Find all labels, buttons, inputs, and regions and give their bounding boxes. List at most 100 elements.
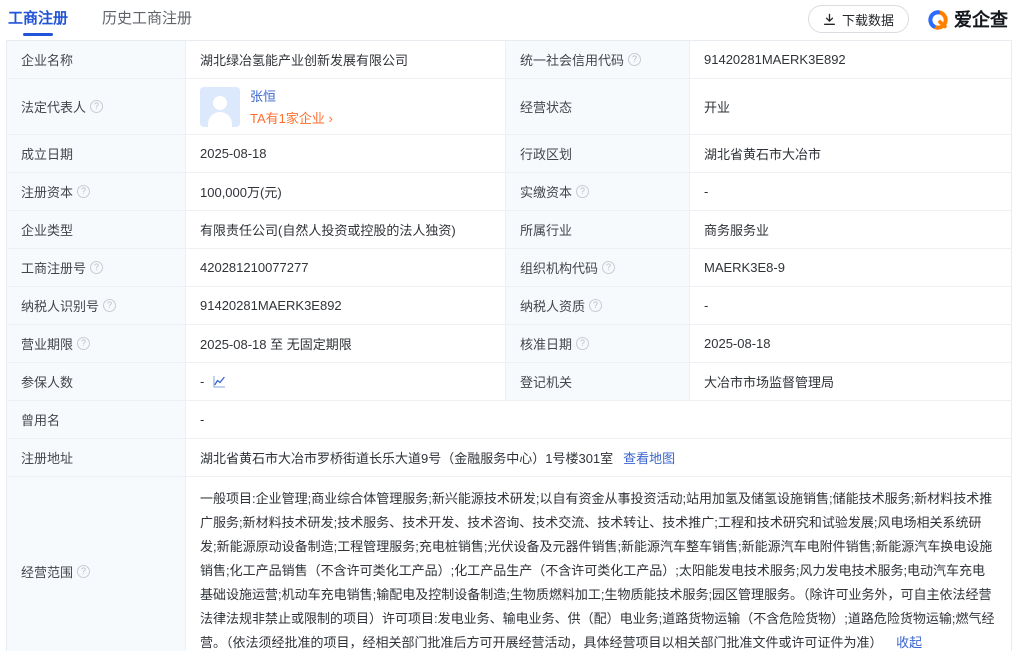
label-text: 成立日期 <box>21 144 73 163</box>
value-text: 2025-08-18 <box>200 146 267 161</box>
value-registration-number: 420281210077277 <box>186 249 506 286</box>
table-row: 经营范围? 一般项目:企业管理;商业综合体管理服务;新兴能源技术研发;以自有资金… <box>7 477 1011 651</box>
help-icon[interactable]: ? <box>589 299 602 312</box>
help-icon[interactable]: ? <box>90 100 103 113</box>
table-row: 成立日期 2025-08-18 行政区划 湖北省黄石市大冶市 <box>7 135 1011 173</box>
help-icon[interactable]: ? <box>77 337 90 350</box>
label-insured-count: 参保人数 <box>7 363 186 400</box>
value-operating-status: 开业 <box>690 79 1011 134</box>
label-company-name: 企业名称 <box>7 41 186 78</box>
label-approval-date: 核准日期? <box>506 325 690 362</box>
table-row: 企业名称 湖北绿冶氢能产业创新发展有限公司 统一社会信用代码? 91420281… <box>7 41 1011 79</box>
download-label: 下载数据 <box>842 10 894 29</box>
chevron-right-icon: › <box>329 111 333 126</box>
label-taxpayer-qualification: 纳税人资质? <box>506 287 690 324</box>
value-text: 100,000万(元) <box>200 182 282 201</box>
label-text: 组织机构代码 <box>520 258 598 277</box>
value-credit-code: 91420281MAERK3E892 <box>690 41 1011 78</box>
label-industry: 所属行业 <box>506 211 690 248</box>
tab-history-registration[interactable]: 历史工商注册 <box>102 7 192 38</box>
address-text: 湖北省黄石市大冶市罗桥街道长乐大道9号（金融服务中心）1号楼301室 <box>200 448 613 467</box>
trend-chart-icon[interactable] <box>212 375 226 389</box>
value-paid-in-capital: - <box>690 173 1011 210</box>
table-row: 注册资本? 100,000万(元) 实缴资本? - <box>7 173 1011 211</box>
label-text: 核准日期 <box>520 334 572 353</box>
table-row: 注册地址 湖北省黄石市大冶市罗桥街道长乐大道9号（金融服务中心）1号楼301室 … <box>7 439 1011 477</box>
value-text: 开业 <box>704 97 730 116</box>
label-text: 注册资本 <box>21 182 73 201</box>
label-text: 纳税人资质 <box>520 296 585 315</box>
aiqicha-logo[interactable]: 爱企查 <box>927 6 1008 32</box>
help-icon[interactable]: ? <box>90 261 103 274</box>
help-icon[interactable]: ? <box>576 185 589 198</box>
value-text: 商务服务业 <box>704 220 769 239</box>
table-row: 纳税人识别号? 91420281MAERK3E892 纳税人资质? - <box>7 287 1011 325</box>
label-organization-code: 组织机构代码? <box>506 249 690 286</box>
label-text: 所属行业 <box>520 220 572 239</box>
value-industry: 商务服务业 <box>690 211 1011 248</box>
label-registration-authority: 登记机关 <box>506 363 690 400</box>
topbar: 工商注册 历史工商注册 下载数据 爱企查 <box>0 0 1018 38</box>
help-icon[interactable]: ? <box>602 261 615 274</box>
label-registration-number: 工商注册号? <box>7 249 186 286</box>
value-text: 91420281MAERK3E892 <box>704 52 846 67</box>
table-row: 参保人数 - 登记机关 大冶市市场监督管理局 <box>7 363 1011 401</box>
business-registration-page: 工商注册 历史工商注册 下载数据 爱企查 企业名 <box>0 0 1018 651</box>
tab-business-registration[interactable]: 工商注册 <box>8 7 68 38</box>
avatar[interactable] <box>200 87 240 127</box>
value-legal-representative: 张恒 TA有1家企业 › <box>186 79 506 134</box>
legal-rep-text: 张恒 TA有1家企业 › <box>250 86 333 127</box>
value-registered-capital: 100,000万(元) <box>186 173 506 210</box>
label-text: 营业期限 <box>21 334 73 353</box>
help-icon[interactable]: ? <box>77 565 90 578</box>
help-icon[interactable]: ? <box>576 337 589 350</box>
label-registered-capital: 注册资本? <box>7 173 186 210</box>
brand-name: 爱企查 <box>954 6 1008 32</box>
label-paid-in-capital: 实缴资本? <box>506 173 690 210</box>
help-icon[interactable]: ? <box>103 299 116 312</box>
table-row: 法定代表人? 张恒 TA有1家企业 › 经营状态 开业 <box>7 79 1011 135</box>
label-former-name: 曾用名 <box>7 401 186 438</box>
collapse-link[interactable]: 收起 <box>896 635 922 650</box>
label-establish-date: 成立日期 <box>7 135 186 172</box>
label-text: 经营状态 <box>520 97 572 116</box>
value-text: - <box>704 184 708 199</box>
value-business-scope: 一般项目:企业管理;商业综合体管理服务;新兴能源技术研发;以自有资金从事投资活动… <box>186 477 1011 651</box>
label-operating-status: 经营状态 <box>506 79 690 134</box>
value-company-name: 湖北绿冶氢能产业创新发展有限公司 <box>186 41 506 78</box>
label-credit-code: 统一社会信用代码? <box>506 41 690 78</box>
help-icon[interactable]: ? <box>77 185 90 198</box>
value-taxpayer-id: 91420281MAERK3E892 <box>186 287 506 324</box>
tab-label: 历史工商注册 <box>102 10 192 27</box>
help-icon[interactable]: ? <box>628 53 641 66</box>
label-company-type: 企业类型 <box>7 211 186 248</box>
value-insured-count: - <box>186 363 506 400</box>
value-approval-date: 2025-08-18 <box>690 325 1011 362</box>
value-text: 91420281MAERK3E892 <box>200 298 342 313</box>
label-admin-division: 行政区划 <box>506 135 690 172</box>
label-legal-representative: 法定代表人? <box>7 79 186 134</box>
label-text: 行政区划 <box>520 144 572 163</box>
value-text: 有限责任公司(自然人投资或控股的法人独资) <box>200 220 456 239</box>
aiqicha-logo-icon <box>927 8 950 31</box>
legal-rep-card: 张恒 TA有1家企业 › <box>200 86 333 127</box>
value-company-type: 有限责任公司(自然人投资或控股的法人独资) <box>186 211 506 248</box>
legal-rep-name-link[interactable]: 张恒 <box>250 86 333 105</box>
value-text: 2025-08-18 至 无固定期限 <box>200 334 352 353</box>
value-text: 湖北绿冶氢能产业创新发展有限公司 <box>200 50 408 69</box>
value-establish-date: 2025-08-18 <box>186 135 506 172</box>
label-business-scope: 经营范围? <box>7 477 186 651</box>
table-row: 企业类型 有限责任公司(自然人投资或控股的法人独资) 所属行业 商务服务业 <box>7 211 1011 249</box>
label-text: 企业名称 <box>21 50 73 69</box>
download-icon <box>823 13 836 26</box>
download-data-button[interactable]: 下载数据 <box>808 5 909 33</box>
topbar-right: 下载数据 爱企查 <box>808 5 1008 33</box>
value-text: - <box>200 374 204 389</box>
table-row: 营业期限? 2025-08-18 至 无固定期限 核准日期? 2025-08-1… <box>7 325 1011 363</box>
label-text: 法定代表人 <box>21 97 86 116</box>
value-text: - <box>200 412 204 427</box>
view-map-link[interactable]: 查看地图 <box>623 448 675 467</box>
legal-rep-companies-link[interactable]: TA有1家企业 › <box>250 108 333 127</box>
value-text: 大冶市市场监督管理局 <box>704 372 834 391</box>
label-business-term: 营业期限? <box>7 325 186 362</box>
